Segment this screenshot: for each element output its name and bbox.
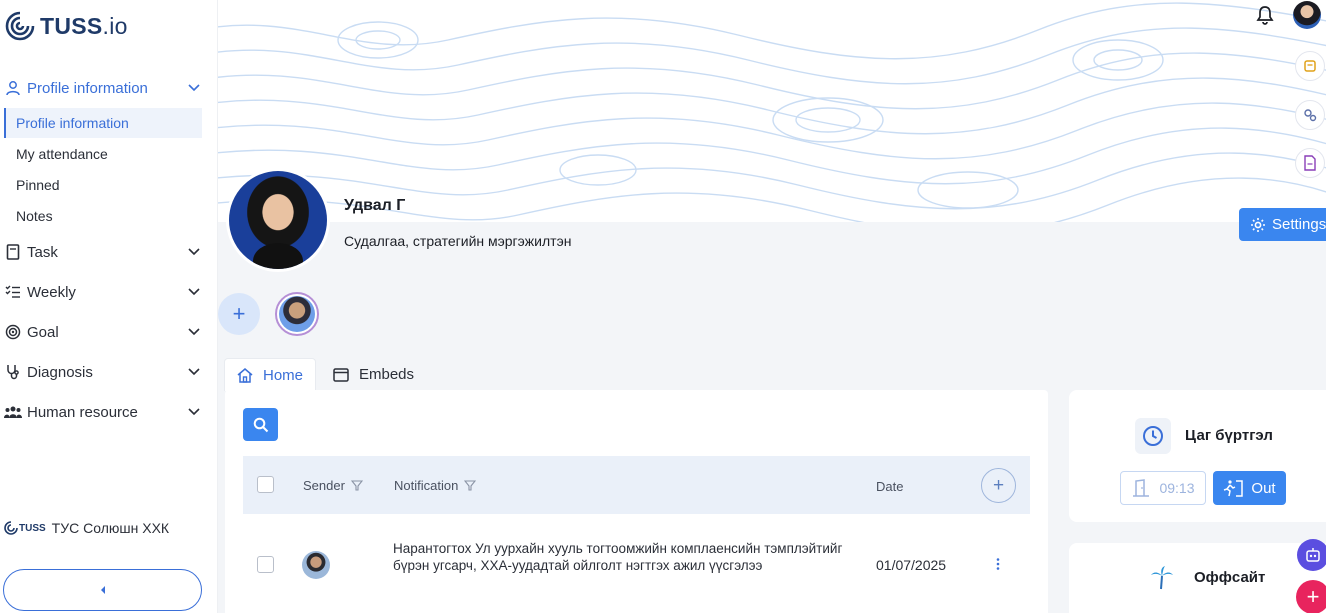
- collapse-sidebar-button[interactable]: [3, 569, 202, 611]
- caret-left-icon: [100, 586, 105, 594]
- more-options-icon[interactable]: [990, 556, 1006, 572]
- check-in-time: 09:13: [1159, 480, 1195, 496]
- tab-embeds[interactable]: Embeds: [321, 358, 426, 391]
- tuss-logo-icon: [5, 11, 35, 41]
- quick-add-fab[interactable]: +: [1296, 580, 1326, 613]
- sidebar-item-notes[interactable]: Notes: [4, 201, 202, 231]
- profile-banner: [218, 0, 1326, 222]
- target-icon: [4, 323, 22, 341]
- sidebar-group-label: Human resource: [27, 403, 138, 421]
- chevron-down-icon: [184, 408, 204, 416]
- chevron-down-icon: [184, 84, 204, 92]
- filter-icon[interactable]: [464, 480, 477, 491]
- column-header-label: Notification: [394, 478, 459, 493]
- company-name: ТУС Солюшн ХХК: [51, 520, 170, 536]
- gear-icon: [1251, 217, 1265, 232]
- column-header-notification[interactable]: Notification: [394, 478, 477, 493]
- clock-icon: [1135, 418, 1171, 454]
- window-icon: [333, 367, 349, 382]
- team-member-avatar[interactable]: [275, 292, 319, 336]
- column-header-date[interactable]: Date: [876, 479, 903, 494]
- tab-home[interactable]: Home: [224, 358, 317, 391]
- assistant-fab[interactable]: [1297, 539, 1326, 571]
- notifications-bell-icon[interactable]: [1255, 5, 1277, 27]
- checklist-icon: [4, 283, 22, 301]
- people-icon: [4, 403, 22, 421]
- check-out-label: Out: [1251, 479, 1276, 497]
- settings-label: Settings: [1272, 216, 1326, 233]
- plus-icon: +: [992, 474, 1005, 496]
- app-logo[interactable]: TUSS.io: [4, 10, 128, 42]
- user-icon: [4, 79, 22, 97]
- plus-icon: +: [232, 301, 246, 326]
- sidebar-group-weekly[interactable]: Weekly: [0, 277, 218, 307]
- tab-label: Home: [263, 366, 304, 384]
- stethoscope-icon: [4, 363, 22, 381]
- sidebar-group-label: Profile information: [27, 79, 148, 97]
- sidebar: TUSS.io Profile information Profile info…: [0, 0, 218, 613]
- door-icon: [1133, 479, 1150, 497]
- notification-text[interactable]: Нарантогтох Ул уурхайн хууль тогтоомжийн…: [393, 540, 853, 574]
- chevron-down-icon: [184, 368, 204, 376]
- select-all-checkbox[interactable]: [257, 476, 274, 493]
- sidebar-group-human-resource[interactable]: Human resource: [0, 397, 218, 427]
- company-info: TUSS ТУС Солюшн ХХК: [4, 520, 169, 536]
- sidebar-group-label: Task: [27, 243, 58, 261]
- robot-icon: [1306, 548, 1320, 562]
- sidebar-group-profile-information[interactable]: Profile information: [0, 73, 218, 103]
- pdf-file-icon[interactable]: [1295, 148, 1325, 178]
- tab-label: Embeds: [359, 366, 415, 383]
- sidebar-group-diagnosis[interactable]: Diagnosis: [0, 357, 218, 387]
- profile-photo[interactable]: [226, 168, 330, 272]
- palm-tree-icon: [1145, 562, 1179, 592]
- topography-pattern: [218, 2, 1326, 222]
- sidebar-item-my-attendance[interactable]: My attendance: [4, 139, 202, 169]
- home-icon: [237, 367, 253, 383]
- gears-icon[interactable]: [1295, 100, 1325, 130]
- sidebar-item-pinned[interactable]: Pinned: [4, 170, 202, 200]
- notification-date: 01/07/2025: [876, 557, 947, 573]
- column-header-label: Sender: [303, 478, 345, 493]
- check-in-button[interactable]: 09:13: [1120, 471, 1206, 505]
- sidebar-item-profile-information[interactable]: Profile information: [4, 108, 202, 138]
- profile-name: Удвал Г: [344, 197, 406, 214]
- sidebar-group-task[interactable]: Task: [0, 237, 218, 267]
- search-icon: [253, 417, 268, 432]
- filter-icon[interactable]: [350, 480, 363, 491]
- company-logo: TUSS: [4, 521, 46, 535]
- search-button[interactable]: [243, 408, 278, 441]
- sidebar-group-goal[interactable]: Goal: [0, 317, 218, 347]
- check-out-button[interactable]: Out: [1213, 471, 1286, 505]
- settings-button[interactable]: Settings: [1239, 208, 1326, 241]
- sender-avatar[interactable]: [302, 551, 330, 579]
- column-header-label: Date: [876, 479, 904, 494]
- sidebar-group-label: Weekly: [27, 283, 76, 301]
- row-checkbox[interactable]: [257, 556, 274, 573]
- chevron-down-icon: [184, 328, 204, 336]
- time-tracking-title: Цаг бүртгэл: [1185, 427, 1273, 444]
- profile-role: Судалгаа, стратегийн мэргэжилтэн: [344, 233, 572, 249]
- add-member-button[interactable]: +: [218, 293, 260, 335]
- offsite-title: Оффсайт: [1194, 569, 1266, 586]
- sidebar-group-label: Diagnosis: [27, 363, 93, 381]
- sticky-note-icon[interactable]: [1295, 51, 1325, 81]
- chevron-down-icon: [184, 288, 204, 296]
- logo-text: TUSS.io: [40, 12, 128, 39]
- user-avatar[interactable]: [1293, 1, 1321, 29]
- chevron-down-icon: [184, 248, 204, 256]
- sidebar-group-label: Goal: [27, 323, 59, 341]
- plus-icon: +: [1306, 584, 1320, 609]
- add-notification-button[interactable]: +: [981, 468, 1016, 503]
- running-exit-icon: [1224, 480, 1244, 497]
- book-icon: [4, 243, 22, 261]
- column-header-sender[interactable]: Sender: [303, 478, 363, 493]
